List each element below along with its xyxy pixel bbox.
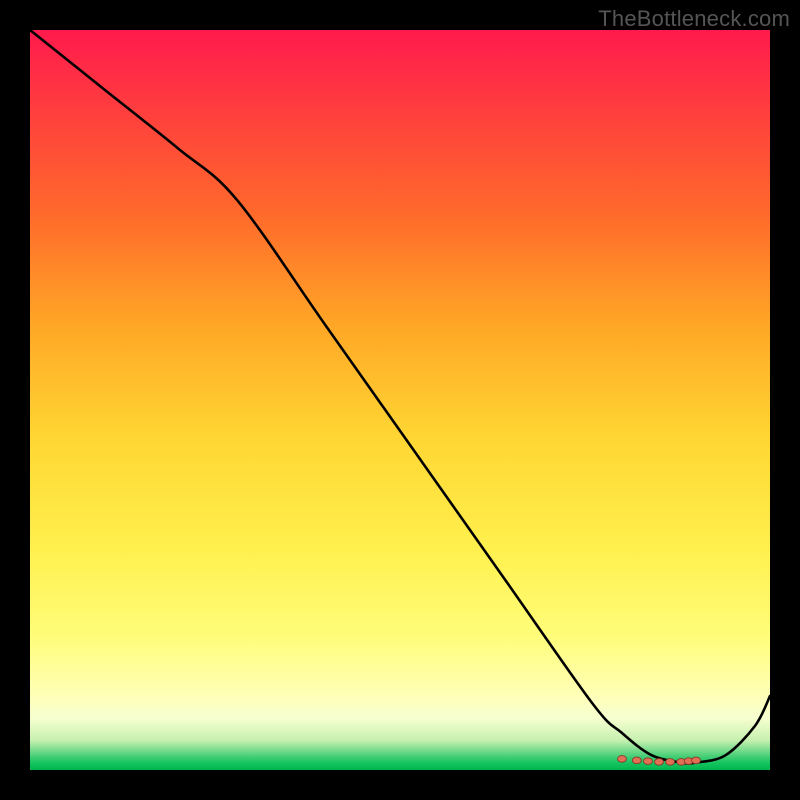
optimal-marker [692,757,701,764]
optimal-marker [643,758,652,765]
watermark-text: TheBottleneck.com [598,6,790,32]
optimal-marker [618,756,627,763]
plot-area [30,30,770,770]
chart-container: TheBottleneck.com [0,0,800,800]
marker-layer [30,30,770,770]
optimal-marker [666,759,675,766]
optimal-markers [618,756,701,766]
optimal-marker [655,759,664,766]
optimal-marker [632,757,641,764]
